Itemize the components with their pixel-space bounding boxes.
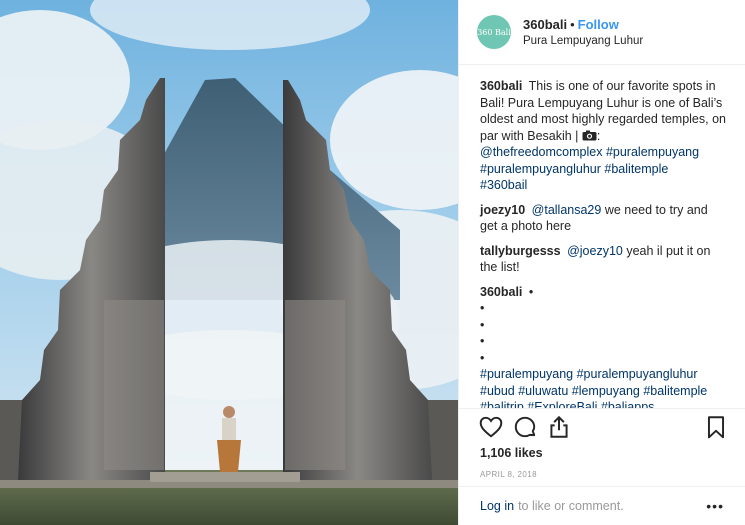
comments-list[interactable]: 360bali This is one of our favorite spot… (459, 78, 745, 408)
share-icon[interactable] (546, 414, 572, 440)
camera-icon (582, 129, 597, 143)
post-date: APRIL 8, 2018 (480, 470, 537, 479)
mention-link[interactable]: @joezy10 (567, 244, 623, 258)
hashtag-link[interactable]: #puralempuyang (606, 145, 699, 159)
location-link[interactable]: Pura Lempuyang Luhur (523, 35, 643, 47)
mention-link[interactable]: @thefreedomcomplex (480, 145, 602, 159)
post-header: 360 Bali 360bali • Follow Pura Lempuyang L… (459, 0, 745, 65)
header-separator: • (570, 17, 575, 32)
comment-username[interactable]: joezy10 (480, 203, 525, 217)
post-side-panel: 360 Bali 360bali • Follow Pura Lempuyang L… (458, 0, 745, 525)
comment-item: joezy10 @tallansa29 we need to try and g… (480, 202, 727, 235)
comment-item: tallyburgesss @joezy10 yeah il put it on… (480, 243, 727, 276)
comment-username[interactable]: 360bali (480, 285, 522, 299)
follow-button[interactable]: Follow (578, 17, 619, 32)
comment-icon[interactable] (512, 414, 538, 440)
mention-link[interactable]: @tallansa29 (532, 203, 602, 217)
comment-bullet: • (528, 284, 534, 299)
caption-username[interactable]: 360bali (480, 79, 522, 93)
avatar[interactable]: 360 Bali (477, 15, 511, 49)
hashtag-line[interactable]: #puralempuyang #puralempuyangluhur (480, 366, 727, 383)
bullet-line: • (480, 350, 485, 365)
heart-icon[interactable] (478, 414, 504, 440)
post-photo[interactable] (0, 0, 458, 525)
instagram-post: 360 Bali 360bali • Follow Pura Lempuyang L… (0, 0, 745, 525)
bullet-line: • (480, 317, 485, 332)
hashtag-link[interactable]: #360bail (480, 178, 527, 192)
login-link[interactable]: Log in (480, 499, 514, 513)
hashtag-link[interactable]: #balitemple (604, 162, 668, 176)
hashtag-line[interactable]: #ubud #uluwatu #lempuyang #balitemple (480, 383, 727, 400)
bullet-line: • (480, 334, 485, 348)
login-prompt-text: to like or comment. (518, 499, 624, 513)
temple-gate-image (0, 0, 458, 525)
bookmark-icon[interactable] (703, 414, 729, 440)
hashtag-line[interactable]: #balitrip #ExploreBali #baliapps (480, 399, 727, 408)
likes-count[interactable]: 1,106 likes (480, 446, 543, 460)
login-prompt: Log in to like or comment. ••• (459, 486, 745, 525)
more-options-icon[interactable]: ••• (706, 498, 724, 514)
caption-colon: : (596, 128, 601, 143)
caption: 360bali This is one of our favorite spot… (480, 78, 727, 194)
action-bar (459, 408, 745, 444)
comment-username[interactable]: tallyburgesss (480, 244, 561, 258)
header-username[interactable]: 360bali (523, 17, 567, 32)
avatar-logo-text: 360 Bali (477, 27, 511, 37)
comment-item: 360bali • • • • • #puralempuyang #purale… (480, 284, 727, 409)
bullet-line: • (480, 301, 485, 315)
hashtag-link[interactable]: #puralempuyangluhur (480, 162, 601, 176)
